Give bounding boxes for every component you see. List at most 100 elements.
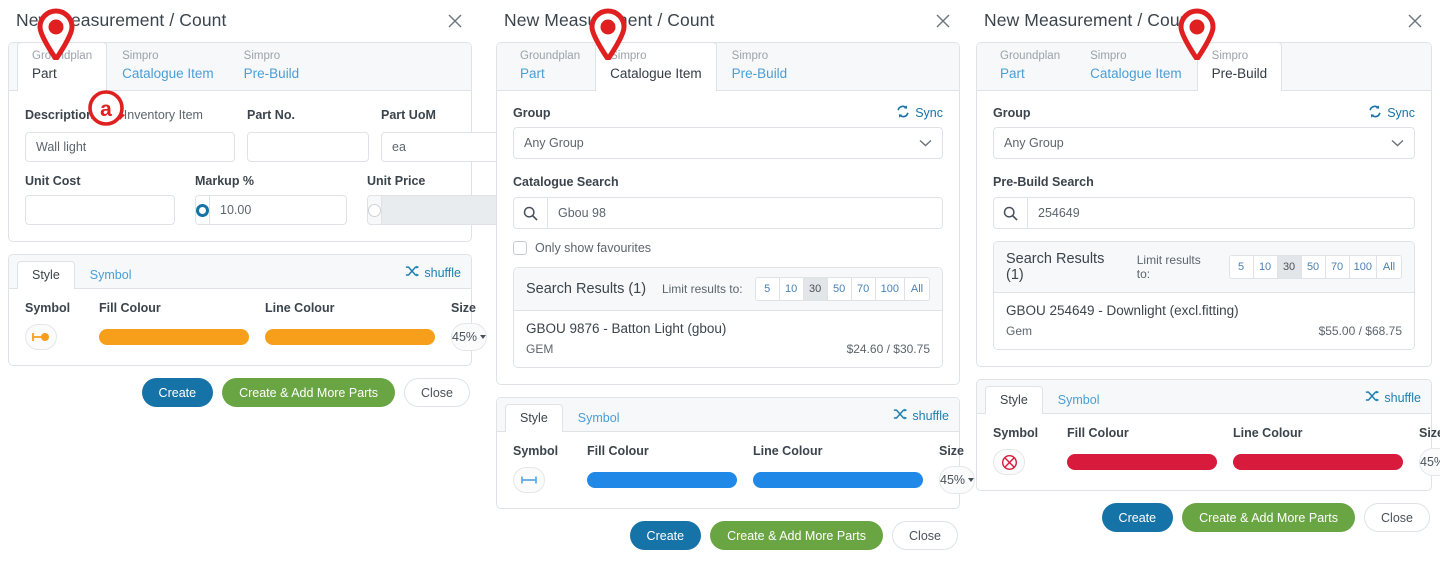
- close-icon[interactable]: [1404, 10, 1426, 32]
- search-results: Search Results (1) Limit results to: 5 1…: [513, 267, 943, 368]
- catalogue-search-input[interactable]: [548, 198, 942, 228]
- tab-simpro-catalogue-item[interactable]: Simpro Catalogue Item: [107, 42, 229, 91]
- shuffle-button[interactable]: shuffle: [405, 265, 461, 288]
- tab-symbol[interactable]: Symbol: [1043, 386, 1115, 414]
- tab-simpro-catalogue-item[interactable]: Simpro Catalogue Item: [1075, 42, 1197, 91]
- create-button[interactable]: Create: [629, 521, 702, 550]
- symbol-label: Symbol: [513, 444, 559, 458]
- fill-colour-swatch[interactable]: [99, 329, 249, 345]
- style-card: Style Symbol shuffle Symbol Fill Colour …: [8, 254, 488, 366]
- shuffle-button[interactable]: shuffle: [1365, 390, 1421, 413]
- prebuild-search-input[interactable]: [1028, 198, 1414, 228]
- create-and-add-more-parts-button[interactable]: Create & Add More Parts: [1182, 503, 1356, 532]
- limit-option-70[interactable]: 70: [851, 278, 876, 300]
- limit-option-30[interactable]: 30: [1277, 256, 1302, 278]
- screenshot-stage: New Measurement / Count Groundplan Part …: [0, 0, 1440, 582]
- style-card: Style Symbol shuffle Symbol Fill Colour …: [496, 397, 976, 509]
- limit-option-50[interactable]: 50: [827, 278, 852, 300]
- limit-option-100[interactable]: 100: [875, 278, 905, 300]
- close-icon[interactable]: [444, 10, 466, 32]
- style-body: Symbol Fill Colour Line Colour Size 45%: [9, 289, 488, 365]
- style-tabstrip: Style Symbol shuffle: [9, 255, 471, 289]
- part-no-input[interactable]: [247, 132, 369, 162]
- line-dot-symbol-icon[interactable]: [25, 324, 57, 350]
- fill-colour-swatch[interactable]: [587, 472, 737, 488]
- tab-simpro-catalogue-item[interactable]: Simpro Catalogue Item: [595, 41, 717, 91]
- prebuild-search-field[interactable]: [993, 197, 1415, 229]
- close-button[interactable]: Close: [892, 521, 958, 550]
- tab-simpro-pre-build[interactable]: Simpro Pre-Build: [717, 42, 803, 91]
- chevron-down-icon: [919, 136, 932, 150]
- part-uom-input[interactable]: [381, 132, 503, 162]
- tab-symbol[interactable]: Symbol: [563, 404, 635, 432]
- limit-option-50[interactable]: 50: [1301, 256, 1326, 278]
- result-meta: GEM $24.60 / $30.75: [526, 342, 930, 356]
- tab-symbol[interactable]: Symbol: [75, 261, 147, 289]
- shuffle-button[interactable]: shuffle: [893, 408, 949, 431]
- limit-option-30[interactable]: 30: [803, 278, 828, 300]
- search-results-title: Search Results (1): [1006, 251, 1105, 283]
- close-button[interactable]: Close: [1364, 503, 1430, 532]
- only-favourites-checkbox[interactable]: [513, 241, 527, 255]
- list-item[interactable]: GBOU 9876 - Batton Light (gbou) GEM $24.…: [514, 311, 942, 367]
- sync-button[interactable]: Sync: [896, 105, 943, 121]
- limit-option-70[interactable]: 70: [1325, 256, 1350, 278]
- tab-supertitle: Simpro: [243, 49, 281, 62]
- group-select[interactable]: Any Group: [993, 127, 1415, 159]
- line-colour-swatch[interactable]: [1233, 454, 1403, 470]
- size-select[interactable]: 45%: [1419, 448, 1440, 476]
- size-select[interactable]: 45%: [451, 323, 488, 351]
- catalogue-search-field[interactable]: [513, 197, 943, 229]
- group-row: Group Sync: [513, 105, 943, 121]
- create-and-add-more-parts-button[interactable]: Create & Add More Parts: [222, 378, 396, 407]
- tab-groundplan-part[interactable]: Groundplan Part: [985, 42, 1075, 91]
- tabstrip: Groundplan Part Simpro Catalogue Item Si…: [977, 41, 1431, 91]
- markup-radio[interactable]: [196, 196, 210, 224]
- unit-price-radio[interactable]: [368, 196, 382, 224]
- sync-icon: [1368, 105, 1382, 121]
- line-segment-symbol-icon[interactable]: [513, 467, 545, 493]
- panel-header: New Measurement / Count: [0, 0, 480, 42]
- limit-option-all[interactable]: All: [905, 278, 929, 300]
- limit-option-5[interactable]: 5: [755, 278, 780, 300]
- tab-groundplan-part[interactable]: Groundplan Part: [17, 41, 108, 91]
- line-colour-swatch[interactable]: [265, 329, 435, 345]
- markup-input[interactable]: [210, 196, 346, 224]
- shuffle-label: shuffle: [912, 409, 949, 423]
- circle-x-symbol-icon[interactable]: [993, 449, 1025, 475]
- limit-option-100[interactable]: 100: [1349, 256, 1377, 278]
- sync-button[interactable]: Sync: [1368, 105, 1415, 121]
- create-and-add-more-parts-button[interactable]: Create & Add More Parts: [710, 521, 884, 550]
- limit-option-10[interactable]: 10: [779, 278, 804, 300]
- tab-style[interactable]: Style: [505, 404, 563, 432]
- fill-colour-swatch[interactable]: [1067, 454, 1217, 470]
- tab-supertitle: Groundplan: [32, 49, 93, 62]
- unit-cost-input[interactable]: [25, 195, 175, 225]
- create-button[interactable]: Create: [1101, 503, 1174, 532]
- group-select[interactable]: Any Group: [513, 127, 943, 159]
- tab-simpro-pre-build[interactable]: Simpro Pre-Build: [229, 42, 315, 91]
- tab-simpro-pre-build[interactable]: Simpro Pre-Build: [1196, 41, 1283, 91]
- page-title: New Measurement / Count: [504, 10, 715, 30]
- list-item[interactable]: GBOU 254649 - Downlight (excl.fitting) G…: [994, 293, 1414, 349]
- create-button[interactable]: Create: [141, 378, 214, 407]
- inventory-item-checkbox[interactable]: [101, 108, 116, 122]
- markup-label: Markup %: [195, 174, 255, 188]
- limit-option-10[interactable]: 10: [1253, 256, 1278, 278]
- close-button[interactable]: Close: [404, 378, 470, 407]
- size-label: Size: [451, 301, 477, 315]
- description-input[interactable]: [25, 132, 235, 162]
- close-icon[interactable]: [932, 10, 954, 32]
- limit-option-all[interactable]: All: [1377, 256, 1401, 278]
- markup-field[interactable]: [195, 195, 347, 225]
- symbol-label: Symbol: [993, 426, 1039, 440]
- shuffle-icon: [893, 408, 908, 424]
- size-label: Size: [1419, 426, 1440, 440]
- line-colour-swatch[interactable]: [753, 472, 923, 488]
- tab-style[interactable]: Style: [17, 261, 75, 289]
- group-label: Group: [993, 106, 1031, 120]
- tab-style[interactable]: Style: [985, 386, 1043, 414]
- limit-option-5[interactable]: 5: [1229, 256, 1254, 278]
- tab-groundplan-part[interactable]: Groundplan Part: [505, 42, 595, 91]
- style-body: Symbol Fill Colour Line Colour Size 45%: [497, 432, 976, 508]
